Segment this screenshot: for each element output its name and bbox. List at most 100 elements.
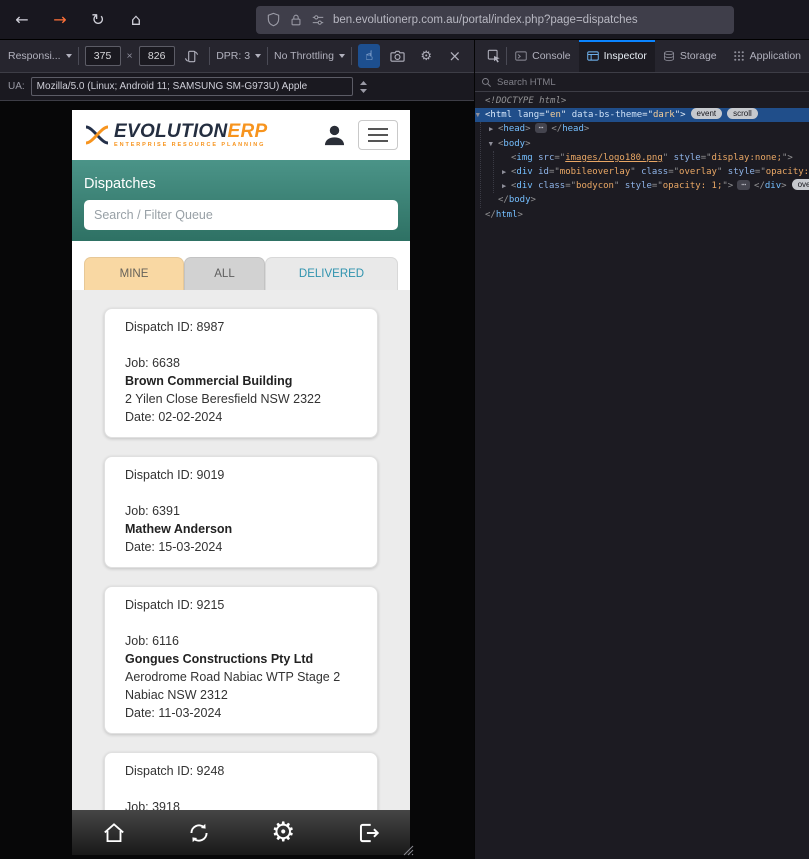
pick-element-button[interactable] xyxy=(481,40,506,72)
dispatch-card[interactable]: Dispatch ID: 8987 Job: 6638 Brown Commer… xyxy=(104,308,378,438)
markup-token: id xyxy=(532,166,549,177)
chevron-down-icon xyxy=(65,54,72,58)
responsive-design-mode: Responsi... × DPR: 3 No Throttling xyxy=(0,40,475,859)
markup-token: </ xyxy=(498,195,509,206)
settings-nav-button[interactable]: ⚙ xyxy=(268,817,298,848)
collapsed-children-ellipsis[interactable]: ⋯ xyxy=(534,123,548,134)
tab-delivered[interactable]: DELIVERED xyxy=(265,257,398,290)
markup-token: </ xyxy=(754,181,765,192)
app-logo[interactable]: EVOLUTIONERP ENTERPRISE RESOURCE PLANNIN… xyxy=(84,122,268,148)
markup-token: > xyxy=(525,124,531,135)
collapse-arrow-icon[interactable]: ▶ xyxy=(484,142,498,146)
back-button[interactable]: ← xyxy=(12,10,32,29)
rdm-viewport-area: EVOLUTIONERP ENTERPRISE RESOURCE PLANNIN… xyxy=(0,101,474,859)
dispatch-id: Dispatch ID: 9248 xyxy=(125,764,225,778)
markup-token: head xyxy=(503,124,526,135)
viewport-resize-handle[interactable] xyxy=(400,842,414,856)
dispatch-card[interactable]: Dispatch ID: 9019 Job: 6391 Mathew Ander… xyxy=(104,456,378,568)
refresh-nav-button[interactable] xyxy=(184,818,214,848)
tab-all[interactable]: ALL xyxy=(184,257,265,290)
expand-arrow-icon[interactable]: ▶ xyxy=(502,179,506,193)
scroll-badge[interactable]: scroll xyxy=(727,108,758,120)
markup-token: =" xyxy=(700,152,712,163)
expand-arrow-icon[interactable]: ▶ xyxy=(502,165,506,179)
tab-label: Storage xyxy=(679,50,717,62)
spacer xyxy=(72,241,410,257)
dispatch-address2: Nabiac NSW 2312 xyxy=(125,688,228,702)
markup-token: "> xyxy=(722,181,734,192)
markup-token: </ xyxy=(551,124,563,135)
markup-token: =" xyxy=(565,181,577,192)
markup-node[interactable]: ▶ <body> xyxy=(475,137,809,151)
markup-node[interactable]: ▶ <div class="bodycon" style="opacity: 1;… xyxy=(475,179,809,193)
markup-token: src xyxy=(532,152,555,163)
tab-mine[interactable]: MINE xyxy=(84,257,184,290)
dpr-selector[interactable]: DPR: 3 xyxy=(216,50,262,62)
logo-text: EVOLUTIONERP xyxy=(114,122,268,141)
menu-button[interactable] xyxy=(358,120,398,150)
permissions-icon[interactable] xyxy=(311,13,325,27)
device-selector[interactable]: Responsi... xyxy=(8,50,72,62)
home-icon xyxy=(104,822,125,842)
browser-window: ← → ↻ ⌂ ben.evolutionerp.com.au/portal/i… xyxy=(0,0,809,859)
markup-node[interactable]: </html> xyxy=(475,208,809,222)
markup-node[interactable]: </body> xyxy=(475,193,809,207)
overflow-badge[interactable]: overflow xyxy=(791,179,809,191)
close-rdm-button[interactable]: × xyxy=(444,44,467,68)
tab-label: Console xyxy=(532,50,571,62)
markup-token: data-bs-theme xyxy=(566,110,643,121)
devtools-panel: Console Inspector Storage Application Se… xyxy=(475,40,809,859)
forward-button[interactable]: → xyxy=(50,10,70,29)
dpr-label: DPR: 3 xyxy=(216,50,251,62)
rotate-viewport-button[interactable] xyxy=(181,44,204,68)
markup-token: body xyxy=(508,195,531,206)
home-nav-button[interactable] xyxy=(99,818,129,848)
url-bar[interactable]: ben.evolutionerp.com.au/portal/index.php… xyxy=(256,5,734,34)
viewport-height-input[interactable] xyxy=(138,46,175,66)
lock-icon[interactable] xyxy=(289,13,303,27)
tab-storage[interactable]: Storage xyxy=(655,40,725,72)
rdm-settings-button[interactable]: ⚙ xyxy=(415,44,438,68)
search-html-input[interactable] xyxy=(497,76,717,88)
markup-node[interactable]: <!DOCTYPE html> xyxy=(475,94,809,108)
markup-token: "> xyxy=(782,152,793,163)
ua-stepper-icon[interactable] xyxy=(359,80,368,94)
tab-console[interactable]: Console xyxy=(507,40,579,72)
dispatch-id: Dispatch ID: 9019 xyxy=(125,468,225,482)
tab-label: Application xyxy=(749,50,801,62)
page-header-band: Dispatches xyxy=(72,160,410,241)
markup-node[interactable]: ▶ <div id="mobileoverlay" class="overlay"… xyxy=(475,165,809,179)
queue-search-input[interactable] xyxy=(84,200,398,230)
shield-icon[interactable] xyxy=(266,12,281,27)
viewport-width-input[interactable] xyxy=(84,46,121,66)
page-title: Dispatches xyxy=(84,176,156,192)
touch-simulation-button[interactable]: ☝ xyxy=(357,44,381,68)
reload-button[interactable]: ↻ xyxy=(88,10,108,29)
divider xyxy=(267,47,269,65)
dispatch-card[interactable]: Dispatch ID: 9215 Job: 6116 Gongues Cons… xyxy=(104,586,378,734)
markup-token: > xyxy=(517,209,523,220)
tab-inspector[interactable]: Inspector xyxy=(578,40,656,72)
home-button[interactable]: ⌂ xyxy=(126,10,146,29)
markup-token: class xyxy=(532,181,566,192)
bottom-nav: ⚙ xyxy=(72,810,410,855)
markup-token: "> xyxy=(674,110,686,121)
devtools-search-bar xyxy=(475,73,809,92)
expand-arrow-icon[interactable]: ▶ xyxy=(489,122,493,136)
tab-application[interactable]: Application xyxy=(725,40,809,72)
markup-tree: <!DOCTYPE html> ▶ <html lang="en" data-bs-… xyxy=(475,92,809,859)
collapse-arrow-icon[interactable]: ▶ xyxy=(475,113,485,117)
markup-node[interactable]: <img src="images/logo180.png" style="dis… xyxy=(475,151,809,165)
markup-node[interactable]: ▶ <head> ⋯ </head> xyxy=(475,122,809,136)
throttling-selector[interactable]: No Throttling xyxy=(274,50,345,62)
ua-input[interactable] xyxy=(30,77,353,96)
collapsed-children-ellipsis[interactable]: ⋯ xyxy=(737,180,751,191)
markup-node[interactable]: ▶ <html lang="en" data-bs-theme="dark"> ev… xyxy=(475,108,809,123)
account-icon[interactable] xyxy=(321,122,348,149)
event-badge[interactable]: event xyxy=(690,108,723,120)
ua-label: UA: xyxy=(8,81,25,92)
screenshot-button[interactable] xyxy=(386,44,409,68)
logout-nav-button[interactable] xyxy=(353,818,383,848)
